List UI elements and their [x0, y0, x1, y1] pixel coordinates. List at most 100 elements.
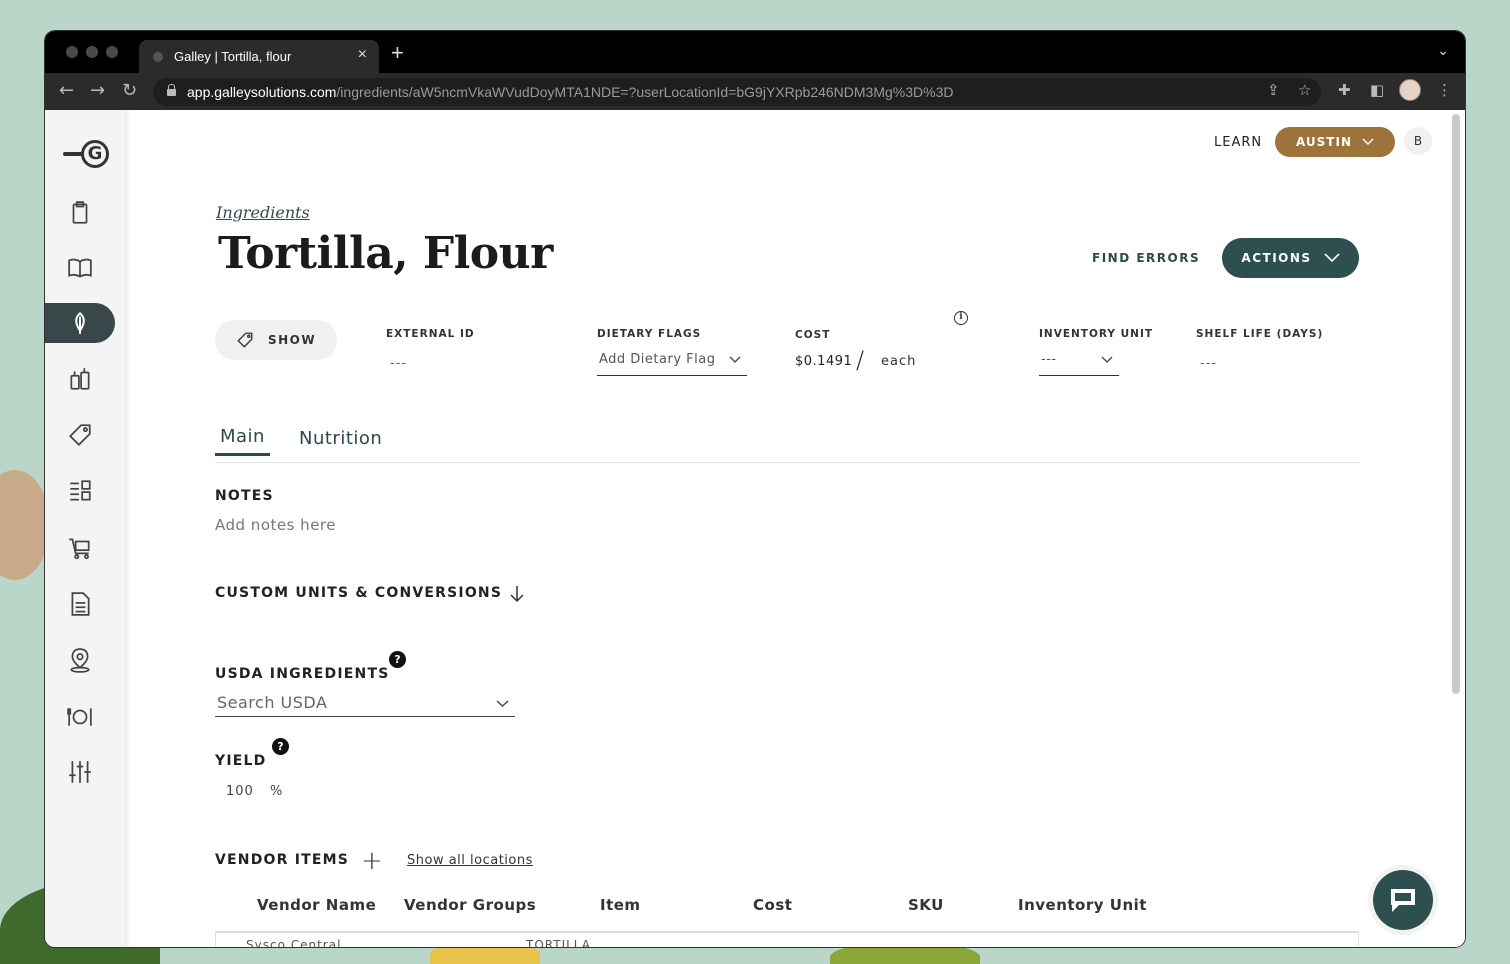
location-selector-button[interactable]: AUSTIN — [1275, 127, 1395, 157]
cost-unit[interactable]: each — [881, 354, 916, 369]
dietary-flag-placeholder: Add Dietary Flag — [599, 352, 716, 367]
forward-arrow-icon[interactable]: → — [90, 80, 105, 101]
actions-label: ACTIONS — [1241, 251, 1312, 265]
sidebar-item-recipes[interactable] — [45, 248, 115, 288]
extensions-icon[interactable]: ✚ — [1338, 81, 1351, 99]
minimize-window-button[interactable] — [86, 46, 98, 58]
favicon-icon — [153, 52, 163, 62]
chevron-down-icon — [1323, 253, 1340, 263]
arrow-down-icon[interactable] — [510, 585, 524, 603]
close-tab-icon[interactable]: × — [358, 46, 367, 64]
notes-input[interactable]: Add notes here — [215, 516, 336, 534]
tab-strip: Galley | Tortilla, flour × + ⌄ — [45, 31, 1465, 73]
sidebar: G — [45, 110, 125, 947]
side-panel-icon[interactable]: ◧ — [1370, 81, 1384, 99]
find-errors-button[interactable]: FIND ERRORS — [1092, 251, 1200, 265]
shelf-life-value[interactable]: --- — [1200, 356, 1217, 371]
tag-icon — [69, 424, 91, 446]
yield-input[interactable]: 100 — [226, 784, 254, 799]
column-header-inventory-unit[interactable]: Inventory Unit — [1018, 896, 1147, 914]
maximize-window-button[interactable] — [106, 46, 118, 58]
sidebar-item-vendors[interactable] — [45, 359, 115, 399]
new-tab-icon[interactable]: + — [391, 40, 404, 66]
vendor-name-cell: Sysco Central — [246, 938, 342, 947]
column-header-vendor-name[interactable]: Vendor Name — [257, 896, 376, 914]
help-icon[interactable]: ? — [389, 651, 406, 668]
sidebar-item-reports[interactable] — [45, 584, 115, 624]
show-all-locations-link[interactable]: Show all locations — [407, 853, 533, 868]
sidebar-item-dining[interactable] — [45, 697, 115, 737]
chevron-down-icon — [496, 700, 509, 707]
yield-label: YIELD — [215, 753, 267, 769]
yield-unit: % — [270, 784, 283, 799]
sidebar-item-settings[interactable] — [45, 752, 115, 792]
chat-support-button[interactable] — [1373, 870, 1433, 930]
show-label: SHOW — [267, 333, 317, 347]
cart-icon — [69, 538, 90, 560]
share-icon[interactable]: ⇪ — [1267, 81, 1280, 99]
sliders-icon — [69, 761, 91, 783]
external-id-value[interactable]: --- — [390, 356, 407, 371]
lock-icon — [167, 84, 176, 96]
close-window-button[interactable] — [66, 46, 78, 58]
inventory-unit-select[interactable]: --- — [1039, 352, 1119, 376]
sidebar-shadow — [125, 110, 131, 947]
profile-avatar[interactable] — [1399, 79, 1421, 101]
leaf-icon — [75, 311, 85, 334]
chat-bubble-icon — [1391, 889, 1415, 912]
tab-nutrition[interactable]: Nutrition — [299, 428, 382, 449]
column-header-vendor-groups[interactable]: Vendor Groups — [404, 896, 536, 914]
item-cell: TORTILLA — [526, 938, 591, 947]
inventory-unit-value: --- — [1041, 352, 1057, 367]
browser-tab[interactable]: Galley | Tortilla, flour × — [139, 40, 379, 73]
sidebar-item-locations[interactable] — [45, 640, 115, 680]
page-tabs: Main Nutrition — [215, 420, 1359, 463]
sidebar-item-inventory[interactable] — [45, 193, 115, 233]
table-row[interactable] — [215, 931, 1359, 947]
chevron-down-icon — [1362, 138, 1374, 146]
browser-toolbar: ← → ↻ app.galleysolutions.com/ingredient… — [45, 73, 1465, 110]
usda-ingredients-label: USDA INGREDIENTS — [215, 666, 390, 682]
learn-link[interactable]: LEARN — [1214, 135, 1262, 150]
page-title: Tortilla, Flour — [218, 228, 553, 279]
location-label: AUSTIN — [1296, 135, 1352, 149]
cost-value: $0.1491 — [795, 354, 853, 369]
notes-label: NOTES — [215, 488, 274, 504]
column-header-cost[interactable]: Cost — [753, 896, 792, 914]
dietary-flags-label: DIETARY FLAGS — [597, 328, 702, 340]
column-header-item[interactable]: Item — [600, 896, 641, 914]
user-avatar[interactable]: B — [1404, 127, 1432, 155]
sidebar-item-orders[interactable] — [45, 528, 115, 568]
more-menu-icon[interactable]: ⋮ — [1437, 81, 1452, 99]
galley-logo[interactable]: G — [63, 140, 109, 170]
chevron-down-icon[interactable]: ⌄ — [1437, 43, 1449, 59]
book-icon — [68, 258, 92, 278]
bookmark-star-icon[interactable]: ☆ — [1298, 81, 1311, 99]
inventory-unit-label: INVENTORY UNIT — [1039, 328, 1154, 340]
tab-main[interactable]: Main — [215, 426, 270, 456]
checklist-icon — [70, 480, 91, 501]
back-arrow-icon[interactable]: ← — [59, 80, 74, 101]
sidebar-item-menus[interactable] — [45, 471, 115, 511]
add-vendor-item-icon[interactable]: + — [361, 848, 383, 874]
column-header-sku[interactable]: SKU — [908, 896, 944, 914]
dietary-flag-select[interactable]: Add Dietary Flag — [597, 352, 747, 376]
usda-search-select[interactable]: Search USDA — [215, 691, 515, 717]
custom-units-toggle[interactable]: CUSTOM UNITS & CONVERSIONS — [215, 585, 502, 601]
bottles-icon — [70, 368, 90, 390]
page-scrollbar[interactable] — [1452, 114, 1460, 694]
reload-icon[interactable]: ↻ — [122, 80, 137, 101]
address-bar[interactable]: app.galleysolutions.com/ingredients/aW5n… — [153, 78, 1321, 106]
chevron-down-icon — [1101, 356, 1113, 363]
sidebar-item-tags[interactable] — [45, 415, 115, 455]
vendor-items-table: Vendor Name Vendor Groups Item Cost SKU … — [215, 890, 1359, 947]
external-id-label: EXTERNAL ID — [386, 328, 475, 340]
cost-separator: / — [856, 346, 865, 374]
actions-button[interactable]: ACTIONS — [1222, 238, 1359, 278]
background-decoration — [0, 470, 50, 580]
help-icon[interactable]: ? — [272, 738, 289, 755]
info-icon[interactable]: i — [954, 311, 968, 325]
show-button[interactable]: SHOW — [215, 320, 337, 360]
sidebar-item-ingredients[interactable] — [45, 303, 115, 343]
breadcrumb-ingredients[interactable]: Ingredients — [216, 203, 310, 222]
